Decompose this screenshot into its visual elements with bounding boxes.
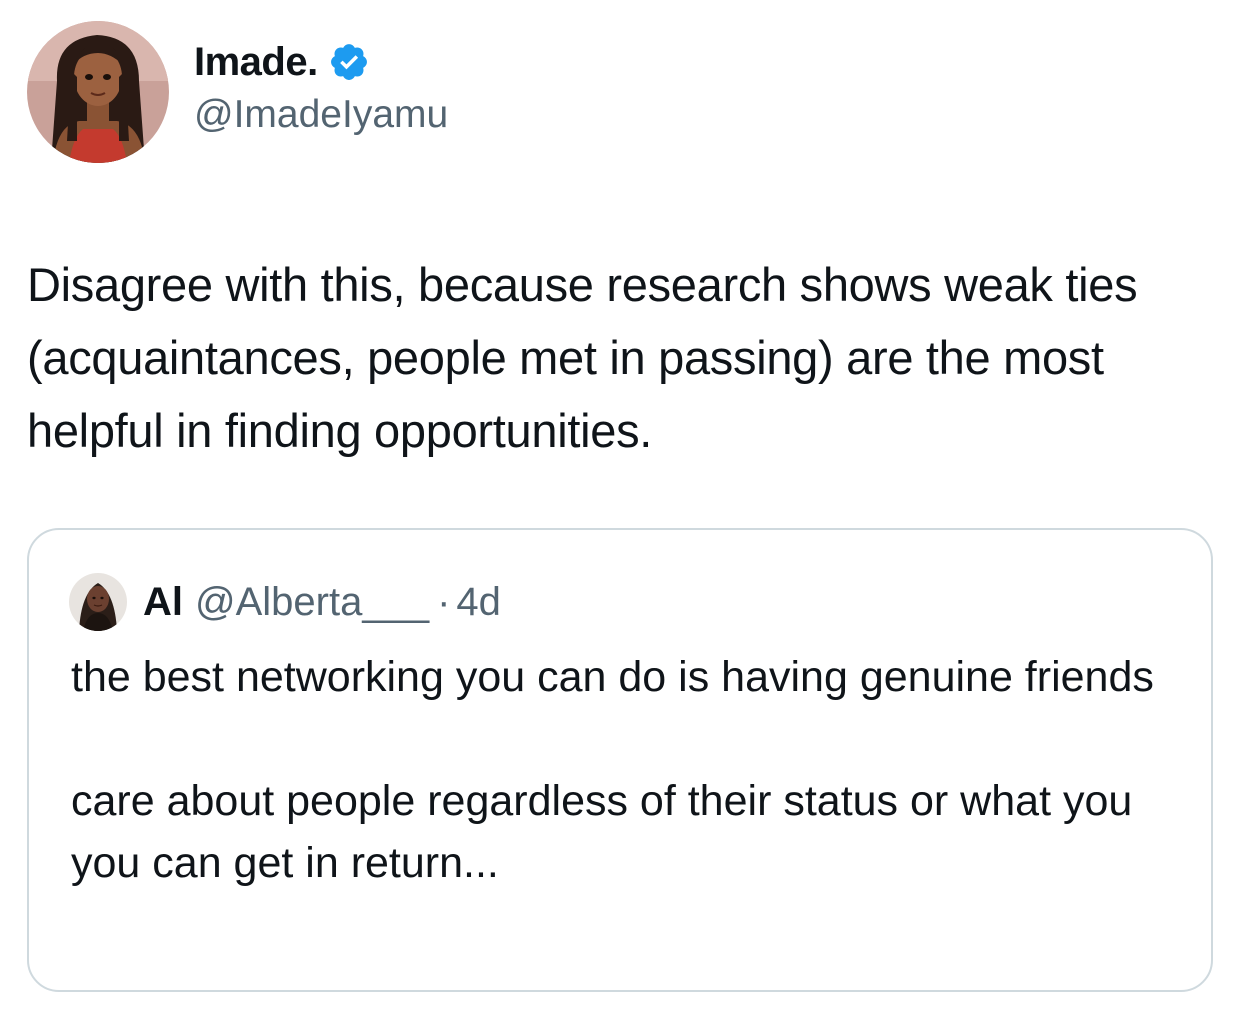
verified-badge-icon: [328, 41, 370, 83]
author-avatar[interactable]: [27, 21, 169, 163]
quoted-tweet-header: Al @Alberta___ · 4d: [69, 572, 501, 632]
name-row: Imade.: [194, 37, 448, 87]
quoted-tweet-text: the best networking you can do is having…: [71, 646, 1191, 894]
author-display-name[interactable]: Imade.: [194, 40, 318, 85]
avatar-illustration-icon: [27, 21, 169, 163]
tweet[interactable]: Imade. @ImadeIyamu Disagree with this, b…: [0, 0, 1242, 1032]
tweet-text: Disagree with this, because research sho…: [27, 258, 1138, 457]
tweet-header: Imade. @ImadeIyamu: [27, 20, 448, 164]
quoted-tweet-paragraph: the best networking you can do is having…: [71, 653, 1154, 701]
author-handle[interactable]: @ImadeIyamu: [194, 93, 448, 137]
author-identity: Imade. @ImadeIyamu: [194, 37, 448, 137]
separator-dot: ·: [437, 579, 451, 624]
quoted-tweet-paragraph: care about people regardless of their st…: [71, 777, 1133, 887]
quoted-author-avatar[interactable]: [69, 573, 127, 631]
avatar-photo-icon: [69, 573, 127, 631]
quoted-author-handle[interactable]: @Alberta___: [195, 580, 429, 625]
quoted-tweet-card[interactable]: Al @Alberta___ · 4d the best networking …: [27, 528, 1213, 992]
quoted-tweet-timestamp[interactable]: 4d: [456, 580, 501, 625]
quoted-author-display-name[interactable]: Al: [143, 580, 183, 625]
